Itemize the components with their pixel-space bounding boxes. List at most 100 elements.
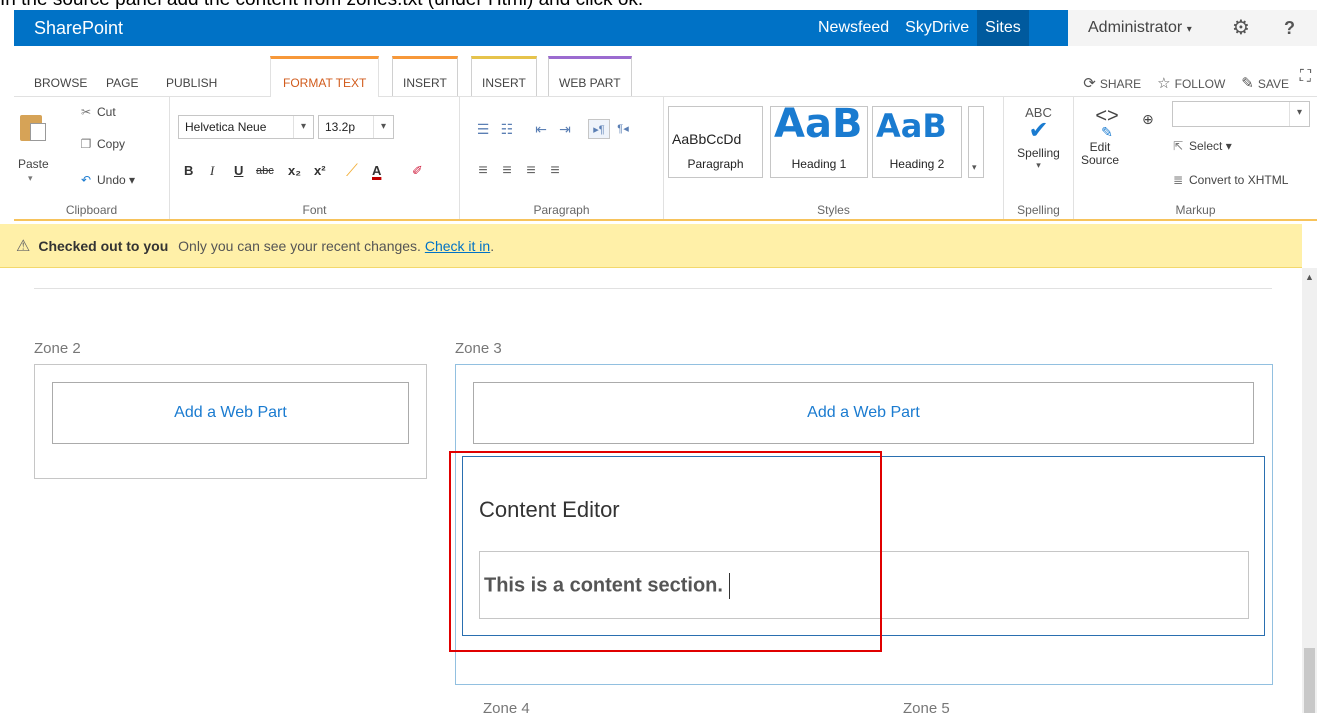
suite-link-newsfeed[interactable]: Newsfeed [810, 10, 897, 46]
convert-xhtml-button[interactable]: ≣ Convert to XHTML [1170, 173, 1288, 187]
tab-web-part[interactable]: WEB PART [548, 56, 632, 96]
clipboard-caption: Clipboard [65, 203, 118, 217]
align-right-icon[interactable]: ≡ [520, 161, 542, 181]
scrollbar-thumb[interactable] [1304, 648, 1315, 713]
help-icon[interactable]: ? [1284, 10, 1295, 46]
focus-content-icon[interactable]: ⛶ [1300, 68, 1311, 86]
clear-format-icon[interactable]: ✐ [412, 161, 423, 181]
tab-publish[interactable]: PUBLISH [166, 76, 217, 90]
subscript-button[interactable]: x₂ [288, 161, 301, 181]
font-family-select[interactable]: Helvetica Neue ▾ [178, 115, 314, 139]
paste-dropdown-icon[interactable]: ▾ [28, 173, 33, 184]
select-button[interactable]: ⇱ Select ▾ [1170, 139, 1232, 153]
bold-button[interactable]: B [184, 161, 193, 181]
zone-4-label: Zone 4 [483, 700, 530, 713]
styles-caption: Styles [817, 203, 850, 217]
outdent-icon[interactable]: ⇤ [530, 119, 552, 139]
paste-button[interactable]: Paste [18, 157, 49, 171]
save-button[interactable]: ✎ SAVE [1241, 74, 1289, 92]
font-color-button[interactable]: A [372, 161, 381, 181]
superscript-button[interactable]: x² [314, 161, 326, 181]
check-in-link[interactable]: Check it in [425, 238, 490, 254]
share-button[interactable]: ⟳ SHARE [1083, 74, 1141, 92]
zone-2-label: Zone 2 [34, 340, 81, 357]
add-web-part-zone-3[interactable]: Add a Web Part [473, 382, 1254, 444]
add-web-part-zone-2[interactable]: Add a Web Part [52, 382, 409, 444]
font-size-select[interactable]: 13.2p ▾ [318, 115, 394, 139]
justify-icon[interactable]: ≡ [544, 161, 566, 181]
style-heading-1[interactable]: AaB Heading 1 [770, 106, 868, 178]
share-icon: ⟳ [1083, 75, 1096, 92]
copy-icon: ❐ [80, 137, 92, 151]
align-center-icon[interactable]: ≡ [496, 161, 518, 181]
divider [34, 288, 1272, 289]
chevron-down-icon: ▾ [293, 116, 313, 138]
follow-button[interactable]: ☆ FOLLOW [1157, 74, 1225, 92]
user-panel: Administrator ▾ ⚙ ? [1068, 10, 1317, 46]
style-heading-2-label: Heading 2 [889, 157, 945, 171]
style-heading-1-sample: AaB [774, 106, 863, 147]
convert-icon: ≣ [1172, 173, 1184, 187]
suite-link-sites[interactable]: Sites [977, 10, 1029, 46]
copy-button[interactable]: ❐ Copy [78, 137, 125, 151]
user-menu[interactable]: Administrator ▾ [1088, 10, 1192, 48]
ribbon: Paste ▾ ✂ Cut ❐ Copy ↶ Undo ▾ Clipboard Hel… [14, 96, 1317, 221]
convert-xhtml-label: Convert to XHTML [1189, 173, 1289, 187]
suite-links: Newsfeed SkyDrive Sites [810, 10, 1029, 46]
paste-icon[interactable] [20, 111, 48, 141]
edit-source-label: Edit Source [1080, 140, 1120, 167]
sharepoint-brand[interactable]: SharePoint [34, 10, 123, 46]
style-heading-2-sample: AaB [876, 107, 947, 145]
rtl-icon[interactable]: ¶◂ [612, 119, 634, 139]
vertical-scrollbar[interactable]: ▲ [1302, 268, 1317, 713]
ribbon-tab-row: BROWSE PAGE PUBLISH FORMAT TEXT INSERT I… [14, 46, 1317, 97]
user-name: Administrator [1088, 19, 1183, 36]
bullets-icon[interactable]: ☰ [472, 119, 494, 139]
align-left-icon[interactable]: ≡ [472, 161, 494, 181]
language-icon[interactable]: ⊕ [1142, 111, 1154, 128]
chevron-down-icon: ▾ [1186, 24, 1192, 35]
undo-label: Undo [97, 173, 126, 187]
clipboard-group: Paste ▾ ✂ Cut ❐ Copy ↶ Undo ▾ Clipboard [14, 97, 170, 219]
save-label: SAVE [1257, 77, 1289, 91]
tab-browse[interactable]: BROWSE [34, 76, 87, 90]
italic-button[interactable]: I [210, 161, 214, 181]
tab-page[interactable]: PAGE [106, 76, 138, 90]
page-actions: ⟳ SHARE ☆ FOLLOW ✎ SAVE [1083, 74, 1289, 92]
instruction-caption: In the source panel add the content from… [0, 0, 1317, 10]
numbering-icon[interactable]: ☷ [496, 119, 518, 139]
copy-label: Copy [97, 137, 126, 151]
star-icon: ☆ [1157, 75, 1171, 92]
strikethrough-button[interactable]: abc [256, 161, 274, 181]
spelling-label: Spelling [1017, 146, 1060, 160]
chevron-down-icon: ▾ [972, 162, 977, 172]
suite-link-skydrive[interactable]: SkyDrive [897, 10, 977, 46]
indent-icon[interactable]: ⇥ [554, 119, 576, 139]
undo-button[interactable]: ↶ Undo ▾ [78, 173, 135, 187]
undo-icon: ↶ [80, 173, 92, 187]
paragraph-caption: Paragraph [533, 203, 590, 217]
zone-3-label: Zone 3 [455, 340, 502, 357]
styles-more-button[interactable]: ▾ [968, 106, 984, 178]
ltr-icon[interactable]: ▸¶ [588, 119, 610, 139]
highlight-icon[interactable]: ⟋ [346, 161, 358, 181]
style-heading-2[interactable]: AaB Heading 2 [872, 106, 962, 178]
underline-button[interactable]: U [234, 161, 243, 181]
select-label: Select [1189, 139, 1223, 153]
tab-format-text[interactable]: FORMAT TEXT [270, 56, 380, 97]
edit-source-button[interactable]: <> ✎ Edit Source [1080, 105, 1134, 167]
scroll-up-icon[interactable]: ▲ [1302, 272, 1317, 282]
cut-button[interactable]: ✂ Cut [78, 105, 116, 119]
tab-insert[interactable]: INSERT [392, 56, 458, 96]
markup-styles-select[interactable]: ▾ [1172, 101, 1310, 127]
style-paragraph-sample: AaBbCcDd [672, 131, 742, 147]
spelling-caption: Spelling [1017, 203, 1060, 217]
checkmark-icon: ✔ [1028, 117, 1049, 144]
share-label: SHARE [1099, 77, 1142, 91]
style-heading-1-label: Heading 1 [791, 157, 847, 171]
spelling-button[interactable]: ABC ✔ Spelling ▾ [1004, 105, 1073, 171]
style-paragraph[interactable]: AaBbCcDd Paragraph [668, 106, 763, 178]
gear-icon[interactable]: ⚙ [1232, 10, 1250, 46]
chevron-down-icon: ▾ [1289, 102, 1309, 126]
tab-insert-webpart[interactable]: INSERT [471, 56, 537, 96]
